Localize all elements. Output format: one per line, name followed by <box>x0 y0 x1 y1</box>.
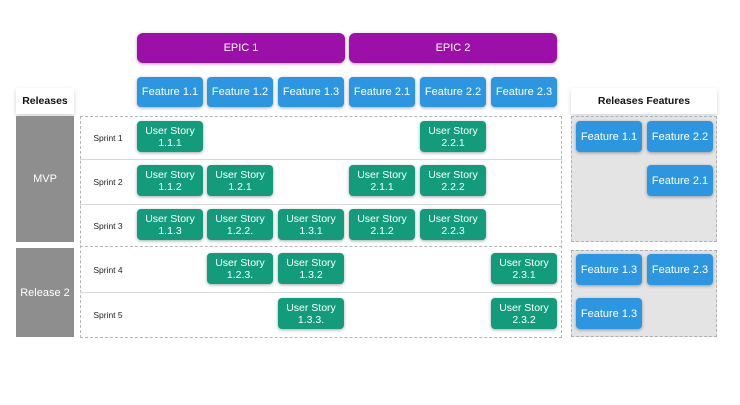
feature-2-3: Feature 2.3 <box>491 77 557 107</box>
sprint-label-2: Sprint 2 <box>93 177 123 187</box>
row-divider <box>80 159 562 160</box>
release-2: Release 2 <box>16 248 74 337</box>
user-story-1-2-1: User Story 1.2.1 <box>207 165 273 196</box>
feature-1-3: Feature 1.3 <box>278 77 344 107</box>
feature-2-2: Feature 2.2 <box>420 77 486 107</box>
feature-1-2: Feature 1.2 <box>207 77 273 107</box>
row-divider <box>80 204 562 205</box>
mvp-feature-2-1: Feature 2.1 <box>647 165 713 196</box>
feature-2-1: Feature 2.1 <box>349 77 415 107</box>
epic-2: EPIC 2 <box>349 33 557 63</box>
sprint-label-4: Sprint 4 <box>93 264 123 275</box>
user-story-2-2-1: User Story 2.2.1 <box>420 121 486 152</box>
user-story-1-3-3: User Story 1.3.3. <box>278 298 344 329</box>
user-story-1-3-2: User Story 1.3.2 <box>278 253 344 284</box>
epic-1: EPIC 1 <box>137 33 345 63</box>
release-2-feature-1-3-b: Feature 1.3 <box>576 298 642 329</box>
user-story-2-2-2: User Story 2.2.2 <box>420 165 486 196</box>
user-story-1-1-1: User Story 1.1.1 <box>137 121 203 152</box>
sprint-label-1: Sprint 1 <box>93 132 123 143</box>
user-story-2-3-2: User Story 2.3.2 <box>491 298 557 329</box>
mvp-feature-1-1: Feature 1.1 <box>576 121 642 152</box>
row-divider <box>80 292 562 293</box>
releases-features-heading: Releases Features <box>571 88 717 114</box>
user-story-1-1-3: User Story 1.1.3 <box>137 209 203 240</box>
release-2-feature-1-3: Feature 1.3 <box>576 254 642 285</box>
user-story-2-3-1: User Story 2.3.1 <box>491 253 557 284</box>
release-2-feature-2-3: Feature 2.3 <box>647 254 713 285</box>
user-story-1-3-1: User Story 1.3.1 <box>278 209 344 240</box>
sprint-label-3: Sprint 3 <box>93 220 123 231</box>
release-mvp: MVP <box>16 116 74 242</box>
user-story-1-1-2: User Story 1.1.2 <box>137 165 203 196</box>
user-story-2-1-1: User Story 2.1.1 <box>349 165 415 196</box>
sprint-label-5: Sprint 5 <box>93 310 123 320</box>
release-divider <box>80 246 562 247</box>
feature-1-1: Feature 1.1 <box>137 77 203 107</box>
user-story-1-2-3: User Story 1.2.3. <box>207 253 273 284</box>
mvp-feature-2-2: Feature 2.2 <box>647 121 713 152</box>
user-story-1-2-2: User Story 1.2.2. <box>207 209 273 240</box>
user-story-2-1-2: User Story 2.1.2 <box>349 209 415 240</box>
user-story-2-2-3: User Story 2.2.3 <box>420 209 486 240</box>
releases-heading: Releases <box>16 88 74 114</box>
